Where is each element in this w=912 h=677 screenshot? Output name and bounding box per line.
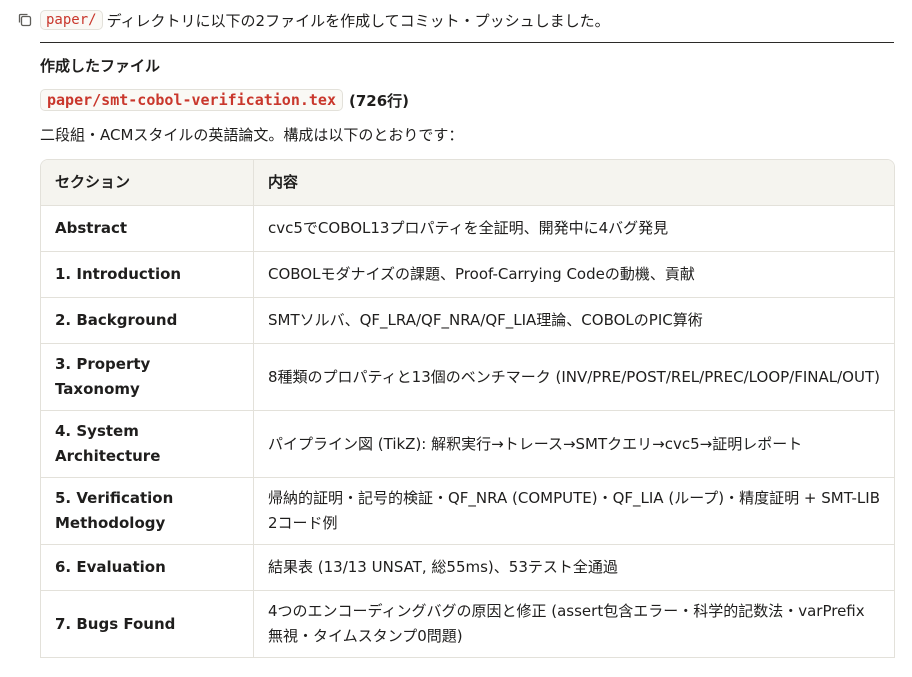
table-cell-content: SMTソルバ、QF_LRA/QF_NRA/QF_LIA理論、COBOLのPIC算…	[253, 297, 894, 344]
paper-description: 二段組・ACMスタイルの英語論文。構成は以下のとおりです：	[40, 126, 464, 144]
table-cell-content: cvc5でCOBOL13プロパティを全証明、開発中に4バグ発見	[253, 205, 894, 252]
message-line: paper/ ディレクトリに以下の2ファイルを作成してコミット・プッシュしました…	[16, 7, 610, 33]
table-cell-content: COBOLモダナイズの課題、Proof-Carrying Codeの動機、貢献	[253, 251, 894, 298]
table-cell-section: 5. Verification Methodology	[41, 477, 254, 545]
table-cell-section: 2. Background	[41, 297, 254, 344]
table-row: 6. Evaluation 結果表 (13/13 UNSAT, 総55ms)、5…	[41, 544, 894, 591]
table-row: Abstract cvc5でCOBOL13プロパティを全証明、開発中に4バグ発見	[41, 205, 894, 252]
table-cell-section: 6. Evaluation	[41, 544, 254, 591]
table-cell-content: パイプライン図 (TikZ): 解釈実行→トレース→SMTクエリ→cvc5→証明…	[253, 410, 894, 478]
table-cell-content: 結果表 (13/13 UNSAT, 総55ms)、53テスト全通過	[253, 544, 894, 591]
table-header-section: セクション	[41, 160, 254, 206]
table-cell-section: Abstract	[41, 205, 254, 252]
table-row: 3. Property Taxonomy 8種類のプロパティと13個のベンチマー…	[41, 343, 894, 411]
table-cell-section: 1. Introduction	[41, 251, 254, 298]
table-row: 4. System Architecture パイプライン図 (TikZ): 解…	[41, 410, 894, 478]
section-heading: 作成したファイル	[40, 57, 161, 75]
table-row: 1. Introduction COBOLモダナイズの課題、Proof-Carr…	[41, 251, 894, 298]
table-cell-content: 4つのエンコーディングバグの原因と修正 (assert包含エラー・科学的記数法・…	[253, 590, 894, 658]
sections-table: セクション 内容 Abstract cvc5でCOBOL13プロパティを全証明、…	[40, 159, 895, 658]
table-cell-content: 帰納的証明・記号的検証・QF_NRA (COMPUTE)・QF_LIA (ループ…	[253, 477, 894, 545]
table-row: 7. Bugs Found 4つのエンコーディングバグの原因と修正 (asser…	[41, 590, 894, 658]
inline-code-filename: paper/smt-cobol-verification.tex	[40, 89, 343, 111]
copy-icon[interactable]	[16, 11, 34, 29]
divider	[40, 42, 894, 43]
table-cell-section: 7. Bugs Found	[41, 590, 254, 658]
inline-code-directory: paper/	[40, 10, 103, 30]
table-cell-content: 8種類のプロパティと13個のベンチマーク (INV/PRE/POST/REL/P…	[253, 343, 894, 411]
table-header-row: セクション 内容	[41, 160, 894, 206]
table-cell-section: 4. System Architecture	[41, 410, 254, 478]
message-text: ディレクトリに以下の2ファイルを作成してコミット・プッシュしました。	[106, 11, 610, 30]
table-row: 2. Background SMTソルバ、QF_LRA/QF_NRA/QF_LI…	[41, 297, 894, 344]
chat-message: paper/ ディレクトリに以下の2ファイルを作成してコミット・プッシュしました…	[0, 0, 912, 677]
file-line: paper/smt-cobol-verification.tex (726行)	[40, 87, 409, 113]
table-cell-section: 3. Property Taxonomy	[41, 343, 254, 411]
table-header-content: 内容	[253, 160, 894, 206]
file-line-count: (726行)	[348, 91, 410, 110]
table-row: 5. Verification Methodology 帰納的証明・記号的検証・…	[41, 477, 894, 545]
